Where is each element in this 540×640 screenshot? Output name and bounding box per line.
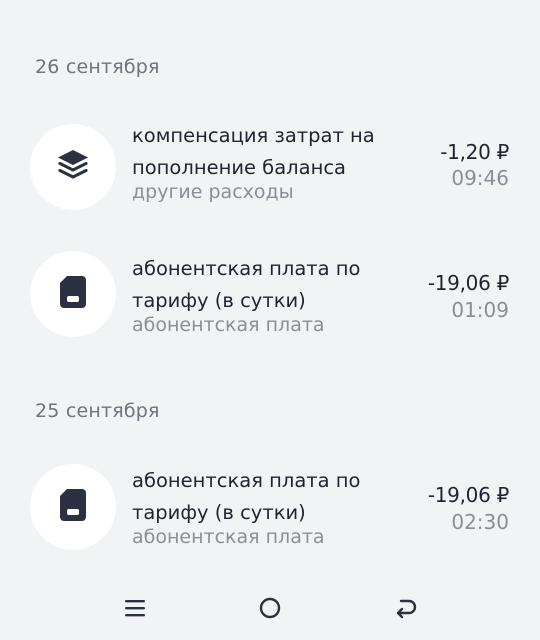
back-button[interactable] bbox=[384, 588, 428, 632]
menu-button[interactable] bbox=[113, 588, 157, 632]
transaction-time: 09:46 bbox=[451, 166, 509, 190]
transaction-item[interactable]: абонентская плата по тарифу (в сутки) аб… bbox=[0, 464, 540, 574]
transaction-title: абонентская плата по тарифу (в сутки) bbox=[132, 465, 402, 529]
transaction-title-line: тарифу (в сутки) bbox=[132, 289, 306, 312]
transaction-amount: -19,06 ₽ bbox=[427, 271, 509, 295]
transaction-amount: -19,06 ₽ bbox=[427, 483, 509, 507]
sim-card-icon bbox=[58, 274, 88, 314]
system-navigation-bar bbox=[0, 578, 540, 640]
sim-card-icon bbox=[58, 487, 88, 527]
back-icon bbox=[394, 597, 418, 623]
transaction-amount: -1,20 ₽ bbox=[440, 140, 509, 164]
transaction-avatar bbox=[30, 464, 116, 550]
home-icon bbox=[258, 596, 282, 624]
transaction-avatar bbox=[30, 124, 116, 210]
transaction-item[interactable]: компенсация затрат на пополнение баланса… bbox=[0, 124, 540, 234]
transaction-category: абонентская плата bbox=[132, 526, 325, 548]
transaction-title-line: пополнение баланса bbox=[132, 156, 346, 179]
transaction-time: 01:09 bbox=[451, 298, 509, 322]
date-header: 26 сентября bbox=[35, 56, 160, 78]
transaction-category: абонентская плата bbox=[132, 314, 325, 336]
layers-icon bbox=[55, 148, 91, 186]
home-button[interactable] bbox=[248, 588, 292, 632]
transaction-title-line: тарифу (в сутки) bbox=[132, 501, 306, 524]
transaction-title-line: абонентская плата по bbox=[132, 469, 361, 492]
transaction-time: 02:30 bbox=[451, 510, 509, 534]
transaction-category: другие расходы bbox=[132, 181, 294, 203]
menu-icon bbox=[124, 598, 146, 622]
transaction-title-line: абонентская плата по bbox=[132, 257, 361, 280]
transaction-title: абонентская плата по тарифу (в сутки) bbox=[132, 253, 402, 317]
date-header: 25 сентября bbox=[35, 400, 160, 422]
transaction-avatar bbox=[30, 251, 116, 337]
transaction-title-line: компенсация затрат на bbox=[132, 124, 375, 147]
transaction-title: компенсация затрат на пополнение баланса bbox=[132, 120, 402, 184]
transaction-item[interactable]: абонентская плата по тарифу (в сутки) аб… bbox=[0, 251, 540, 361]
